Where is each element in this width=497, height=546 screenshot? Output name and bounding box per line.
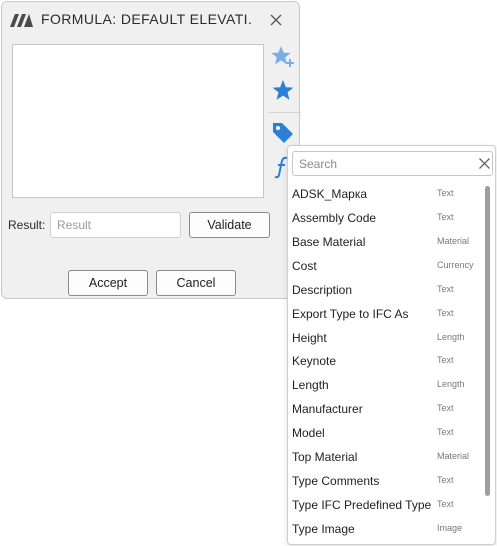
app-logo-icon [10, 14, 33, 27]
parameter-type: Length [437, 331, 465, 342]
parameter-type: Material [437, 451, 470, 462]
parameter-type: Text [437, 188, 454, 198]
parameter-name: Assembly Code [292, 210, 377, 225]
list-item[interactable]: Type Comments Text [288, 469, 484, 493]
list-item[interactable]: Base Material Material [288, 230, 484, 254]
star-plus-icon[interactable] [270, 44, 296, 70]
tag-icon[interactable] [270, 120, 296, 146]
parameter-name: ADSK_Марка [292, 187, 368, 201]
parameter-type: Text [437, 475, 454, 486]
parameter-type: Text [437, 427, 454, 438]
star-icon[interactable] [270, 78, 296, 104]
list-item[interactable]: Cost Currency [288, 254, 484, 278]
list-item[interactable]: ADSK_Марка Text [288, 182, 484, 206]
parameter-type: Text [437, 355, 454, 366]
parameter-type: Length [437, 379, 465, 390]
parameter-type: Material [437, 235, 470, 246]
list-item[interactable]: Type IFC Predefined Type Text [288, 493, 484, 517]
parameter-dropdown: ADSK_Марка Text Assembly Code Text Base … [287, 145, 496, 545]
list-item[interactable]: Top Material Material [288, 445, 484, 469]
list-item[interactable]: Keynote Text [288, 349, 484, 373]
formula-editor[interactable] [12, 44, 264, 198]
parameter-name: Description [292, 282, 353, 297]
parameter-list: ADSK_Марка Text Assembly Code Text Base … [288, 182, 484, 541]
parameter-name: Export Type to IFC As [292, 306, 409, 321]
result-field[interactable] [50, 212, 181, 238]
parameter-name: Type IFC Predefined Type [292, 497, 432, 512]
list-item[interactable]: Manufacturer Text [288, 397, 484, 421]
parameter-name: Height [292, 330, 327, 345]
parameter-type: Text [437, 211, 454, 222]
parameter-name: Type Comments [292, 474, 380, 489]
parameter-name: Keynote [292, 354, 337, 369]
formula-dialog: FORMULA: DEFAULT ELEVATI... Result: Vali… [1, 1, 301, 299]
list-item[interactable]: Description Text [288, 278, 484, 302]
clear-search-icon[interactable] [478, 157, 491, 170]
close-icon[interactable] [268, 12, 284, 28]
search-input[interactable] [293, 152, 468, 175]
parameter-type: Text [437, 307, 454, 318]
parameter-name: Type Image [292, 521, 355, 536]
parameter-name: Manufacturer [292, 402, 363, 417]
toolbar-divider [268, 112, 301, 113]
parameter-name: Length [292, 378, 329, 393]
accept-button[interactable]: Accept [68, 270, 148, 296]
parameter-name: Model [292, 426, 325, 441]
result-label: Result: [8, 218, 46, 232]
cancel-button[interactable]: Cancel [156, 270, 236, 296]
dialog-title: FORMULA: DEFAULT ELEVATI... [41, 11, 251, 27]
list-item[interactable]: Model Text [288, 421, 484, 445]
list-item[interactable]: Type Image Image [288, 517, 484, 541]
list-item[interactable]: Assembly Code Text [288, 206, 484, 230]
search-box [292, 151, 493, 176]
parameter-name: Base Material [292, 234, 366, 249]
parameter-type: Text [437, 403, 454, 414]
parameter-type: Image [437, 522, 463, 533]
validate-button[interactable]: Validate [189, 212, 270, 238]
list-item[interactable]: Export Type to IFC As Text [288, 302, 484, 326]
parameter-type: Text [437, 498, 454, 509]
list-item[interactable]: Length Length [288, 373, 484, 397]
parameter-type: Text [437, 283, 454, 294]
scrollbar[interactable] [485, 186, 490, 496]
parameter-name: Cost [292, 258, 317, 273]
list-item[interactable]: Height Length [288, 326, 484, 350]
parameter-name: Top Material [292, 450, 358, 465]
parameter-type: Currency [437, 259, 474, 270]
